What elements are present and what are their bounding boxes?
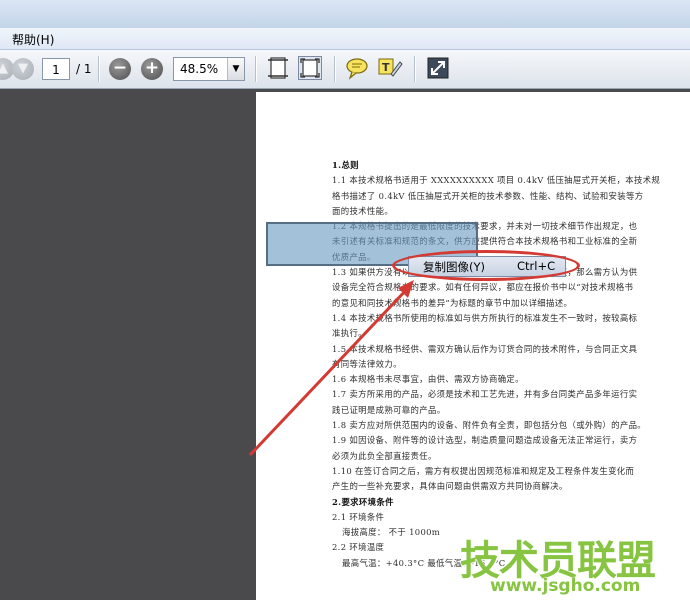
section-heading: 1.总则: [332, 160, 359, 170]
fit-page-icon: [300, 58, 320, 78]
document-line: 1.10 在签订合同之后，需方有权提出因规范标准和规定及工程条件发生变化而: [332, 465, 635, 476]
watermark-url: www.jsgho.com: [490, 576, 641, 596]
comment-icon: [346, 58, 368, 80]
chevron-down-icon[interactable]: ▼: [227, 58, 244, 80]
zoom-level-select[interactable]: 48.5% ▼: [173, 57, 245, 81]
section-heading: 2.要求环境条件: [332, 496, 394, 507]
zoom-in-button[interactable]: +: [141, 58, 163, 80]
fit-width-icon: [268, 57, 288, 79]
menu-help[interactable]: 帮助(H): [12, 31, 54, 48]
window-title-bar: [0, 0, 690, 29]
watermark: 技术员联盟 www.jsgho.com: [460, 532, 685, 600]
svg-text:T: T: [382, 61, 390, 74]
page-count: / 1: [76, 62, 92, 76]
fit-page-button[interactable]: [298, 56, 322, 80]
toolbar: ▲ ▼ 1 / 1 − + 48.5% ▼ T: [0, 50, 690, 89]
comment-button[interactable]: [345, 56, 369, 80]
toolbar-divider: [98, 56, 100, 82]
document-line: 2.1 环境条件: [332, 511, 385, 522]
highlight-pen-icon: T: [378, 58, 403, 77]
annotation-highlight-oval: [392, 250, 580, 281]
highlight-text-button[interactable]: T: [377, 56, 403, 80]
next-page-button[interactable]: ▼: [12, 58, 34, 80]
document-line: 面的技术性能。: [332, 205, 394, 216]
zoom-level-value: 48.5%: [180, 62, 219, 76]
document-line: 产生的一些补充要求，具体由问题由供需双方共同协商解决。: [332, 481, 568, 492]
toolbar-divider: [334, 56, 336, 82]
toolbar-divider: [255, 56, 257, 82]
toolbar-divider: [414, 56, 416, 82]
document-line: 1.1 本技术规格书适用于 XXXXXXXXXX 项目 0.4kV 低压抽屉式开…: [332, 175, 661, 186]
expand-icon: [427, 57, 449, 79]
document-line: 格书描述了 0.4kV 低压抽屉式开关柜的技术参数、性能、结构、试验和安装等方: [332, 190, 644, 201]
menu-bar: 帮助(H): [0, 28, 690, 50]
fit-width-button[interactable]: [266, 56, 290, 80]
annotation-arrow-icon: [248, 280, 414, 457]
full-screen-button[interactable]: [426, 56, 450, 80]
page-number-input[interactable]: 1: [42, 58, 70, 80]
zoom-out-button[interactable]: −: [109, 58, 131, 80]
